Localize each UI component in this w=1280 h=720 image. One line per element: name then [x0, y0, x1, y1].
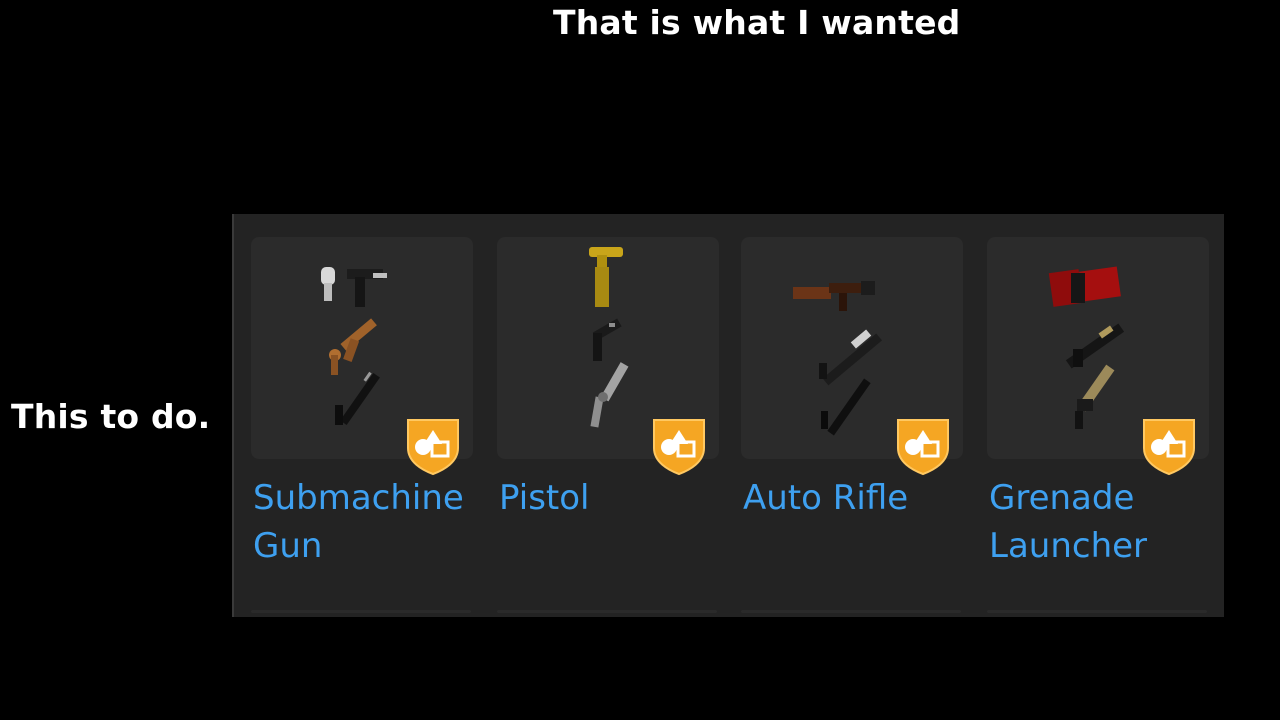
next-row-edge: [741, 610, 961, 613]
black-rifle-icon: [821, 378, 871, 436]
next-row-edge: [987, 610, 1207, 613]
black-launcher-icon: [1065, 323, 1125, 369]
shapes-badge-icon: [1143, 419, 1195, 476]
tan-launcher-icon: [1075, 364, 1115, 429]
next-row-edge: [497, 610, 717, 613]
wooden-rifle-icon: [793, 281, 875, 311]
black-pistol-icon: [592, 318, 622, 361]
silver-revolver-icon: [590, 362, 629, 428]
shapes-badge-icon: [653, 419, 705, 476]
item-label[interactable]: Grenade Launcher: [989, 474, 1211, 570]
caption-left: This to do.: [11, 397, 211, 436]
caption-top: That is what I wanted: [553, 3, 961, 42]
silver-pistol-icon: [321, 267, 387, 307]
red-launcher-icon: [1048, 266, 1121, 307]
silver-rifle-icon: [819, 329, 883, 386]
black-smg-icon: [335, 371, 380, 426]
item-label[interactable]: Pistol: [499, 474, 721, 522]
shapes-badge-icon: [897, 419, 949, 476]
item-label[interactable]: Auto Rifle: [743, 474, 965, 522]
item-label[interactable]: Submachine Gun: [253, 474, 475, 570]
gold-pistol-icon: [589, 247, 623, 307]
shapes-badge-icon: [407, 419, 459, 476]
catalog-panel: Submachine Gun Pistol Auto Rifle Grenade…: [232, 214, 1224, 617]
bronze-pistol-icon: [329, 318, 377, 375]
next-row-edge: [251, 610, 471, 613]
